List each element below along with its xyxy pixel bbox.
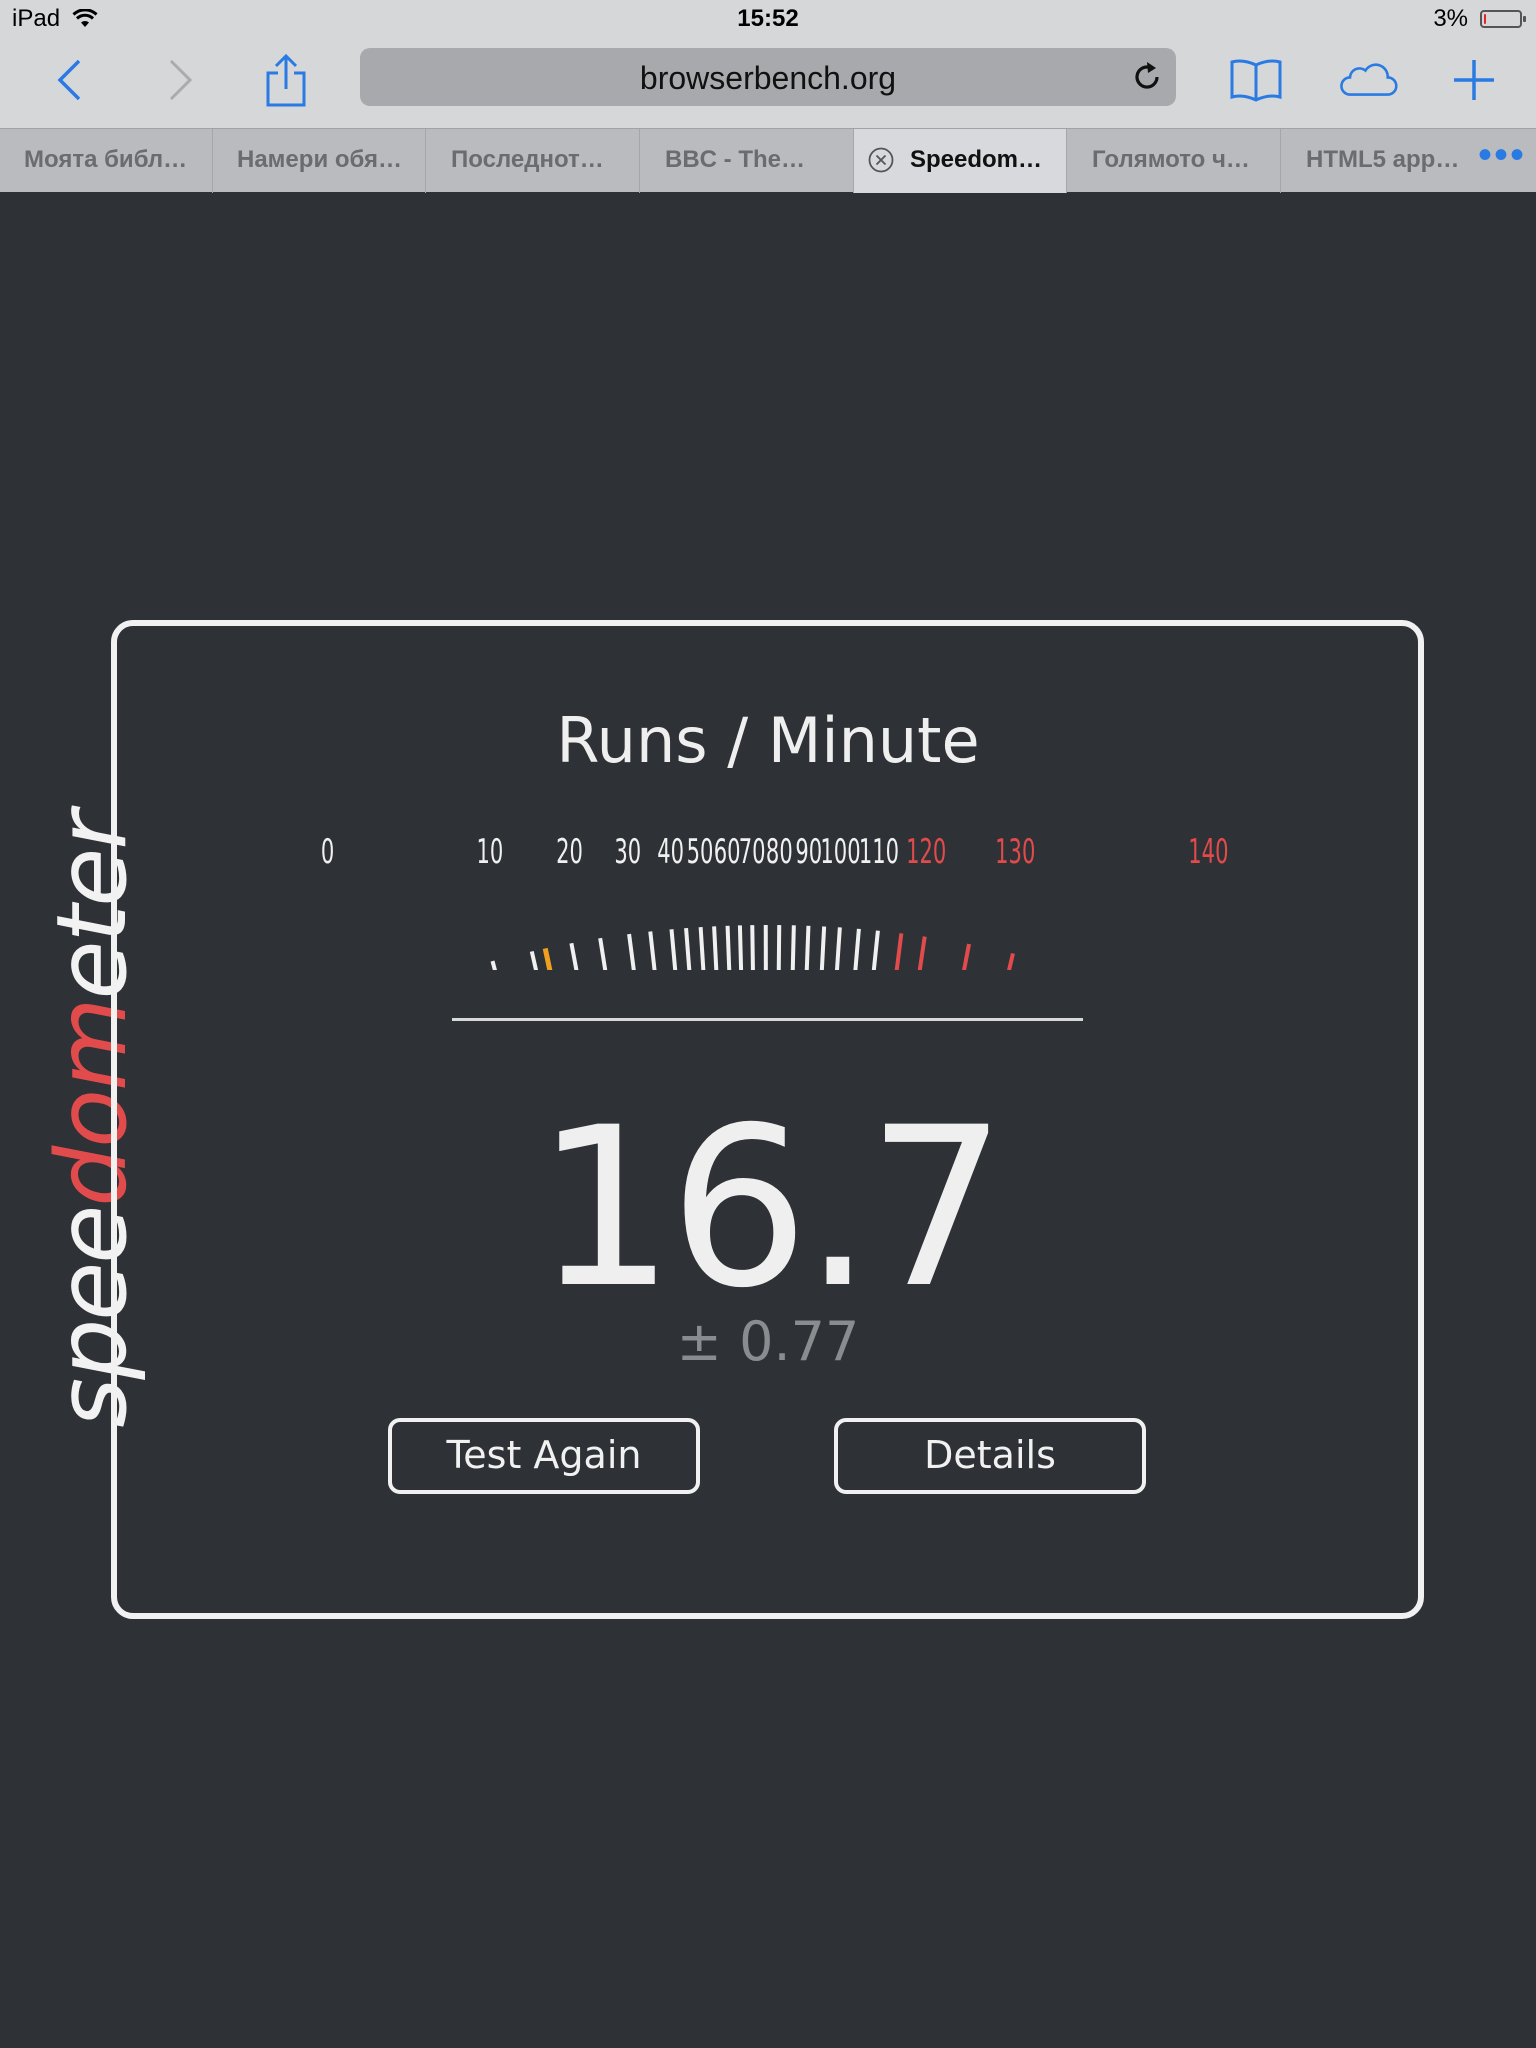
gauge-tick bbox=[529, 950, 539, 970]
gauge-tick bbox=[776, 925, 782, 970]
gauge-tick bbox=[1007, 952, 1015, 970]
gauge-tick-label: 100 bbox=[820, 832, 860, 872]
gauge-divider bbox=[452, 1018, 1083, 1021]
battery-icon bbox=[1480, 10, 1526, 28]
gauge-tick bbox=[871, 930, 880, 970]
gauge-tick-label: 70 bbox=[739, 832, 766, 872]
gauge-tick-label: 20 bbox=[556, 832, 583, 872]
reload-icon[interactable] bbox=[1130, 60, 1164, 94]
chevron-left-icon bbox=[57, 59, 81, 101]
speed-gauge: 0 10 20 30 40 50 6070 80 90100110 120 130 140 bbox=[321, 832, 1228, 970]
gauge-tick bbox=[698, 926, 706, 970]
gauge-tick-label: 140 bbox=[1188, 832, 1228, 872]
new-tab-button[interactable] bbox=[1444, 50, 1504, 110]
gauge-tick bbox=[627, 933, 636, 970]
gauge-tick bbox=[819, 926, 827, 970]
battery-fill bbox=[1484, 14, 1486, 24]
tab-1[interactable]: Моята библ… bbox=[0, 129, 213, 193]
gauge-tick-label: 50 bbox=[687, 832, 714, 872]
gauge-tick-label: 60 bbox=[714, 832, 741, 872]
share-icon bbox=[266, 53, 306, 107]
browser-toolbar: browserbench.org bbox=[0, 40, 1536, 128]
gauge-tick bbox=[569, 942, 579, 970]
gauge-title: Runs / Minute bbox=[556, 704, 980, 777]
icloud-tabs-button[interactable] bbox=[1338, 50, 1398, 110]
bookmarks-button[interactable] bbox=[1226, 50, 1286, 110]
gauge-tick bbox=[684, 927, 692, 970]
score-error: ± 0.77 bbox=[676, 1310, 860, 1373]
gauge-tick-label: 110 bbox=[859, 832, 899, 872]
gauge-tick bbox=[712, 926, 719, 970]
gauge-tick bbox=[962, 943, 971, 970]
gauge-tick bbox=[490, 960, 497, 970]
gauge-tick bbox=[750, 925, 755, 970]
tab-active[interactable]: Speedom… bbox=[854, 129, 1067, 193]
gauge-tick bbox=[648, 931, 657, 970]
url-text: browserbench.org bbox=[639, 60, 897, 96]
chevron-right-icon bbox=[169, 59, 193, 101]
gauge-tick-label: 40 bbox=[657, 832, 684, 872]
gauge-tick bbox=[790, 925, 796, 970]
share-button[interactable] bbox=[256, 50, 316, 110]
gauge-tick bbox=[737, 925, 744, 970]
gauge-tick-label: 90 bbox=[795, 832, 822, 872]
tab-4[interactable]: BBC - The… bbox=[641, 129, 854, 193]
gauge-tick bbox=[598, 937, 608, 970]
book-icon bbox=[1230, 59, 1282, 102]
details-button[interactable]: Details bbox=[834, 1418, 1146, 1494]
gauge-tick bbox=[669, 929, 678, 970]
gauge-tick-label: 80 bbox=[766, 832, 793, 872]
battery-percent: 3% bbox=[1433, 5, 1468, 32]
back-button[interactable] bbox=[40, 50, 100, 110]
forward-button[interactable] bbox=[150, 50, 210, 110]
gauge-tick-label: 0 bbox=[321, 832, 334, 872]
tab-label: Speedom… bbox=[910, 146, 1043, 173]
clock: 15:52 bbox=[737, 5, 799, 32]
gauge-tick-label: 10 bbox=[477, 832, 504, 872]
cloud-icon bbox=[1340, 63, 1398, 96]
tab-bar: Моята библ… Намери обя… Последнот… BBC -… bbox=[0, 128, 1536, 193]
tab-3[interactable]: Последнот… bbox=[427, 129, 640, 193]
tab-2[interactable]: Намери обя… bbox=[213, 129, 426, 193]
gauge-tick bbox=[917, 936, 927, 970]
more-tabs-icon[interactable]: ••• bbox=[1478, 135, 1526, 175]
gauge-tick bbox=[725, 925, 732, 970]
gauge-needle bbox=[542, 947, 553, 970]
gauge-tick bbox=[834, 927, 842, 970]
tab-6[interactable]: Голямото ч… bbox=[1068, 129, 1281, 193]
status-bar: iPad 15:52 3% bbox=[0, 0, 1536, 40]
close-tab-icon[interactable] bbox=[868, 147, 894, 173]
gauge-tick bbox=[853, 928, 861, 970]
gauge-tick bbox=[804, 925, 811, 970]
plus-icon bbox=[1454, 60, 1494, 100]
gauge-tick bbox=[894, 933, 904, 970]
gauge-tick-label: 120 bbox=[906, 832, 946, 872]
address-bar[interactable]: browserbench.org bbox=[360, 48, 1176, 106]
gauge-tick-label: 130 bbox=[995, 832, 1035, 872]
gauge-tick-label: 30 bbox=[614, 832, 641, 872]
score-value: 16.7 bbox=[535, 1080, 1007, 1336]
test-again-button[interactable]: Test Again bbox=[388, 1418, 700, 1494]
